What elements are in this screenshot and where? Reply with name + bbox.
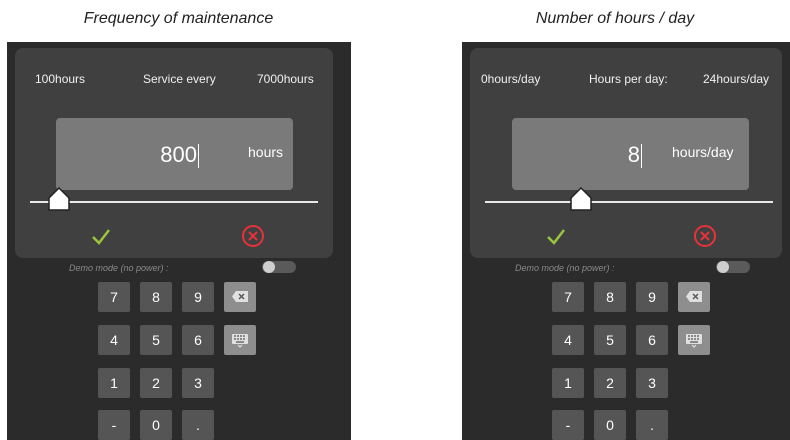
key-0[interactable]: 0 — [594, 410, 626, 440]
right-value-text: 8 — [627, 142, 642, 169]
left-demo-toggle[interactable] — [262, 261, 296, 273]
right-slider-thumb[interactable] — [570, 187, 592, 211]
left-settings-card: 100hours Service every 7000hours 800 hou… — [15, 48, 333, 258]
left-demo-label: Demo mode (no power) : — [69, 263, 169, 273]
left-range-min: 100hours — [35, 72, 86, 86]
key-0[interactable]: 0 — [140, 410, 172, 440]
key-2[interactable]: 2 — [594, 368, 626, 398]
key-9[interactable]: 9 — [636, 282, 668, 312]
right-cancel-x-icon[interactable] — [693, 224, 717, 248]
key-3[interactable]: 3 — [636, 368, 668, 398]
right-value-input[interactable]: 8 hours/day — [512, 118, 749, 190]
right-caption: Number of hours / day — [535, 10, 695, 27]
left-slider-thumb[interactable] — [48, 187, 71, 211]
key-minus[interactable]: - — [552, 410, 584, 440]
right-unit-label: hours/day — [672, 144, 734, 160]
backspace-icon — [686, 291, 702, 302]
left-range-max: 7000hours — [257, 72, 314, 86]
right-range-max: 24hours/day — [703, 72, 770, 86]
toggle-knob — [263, 261, 275, 273]
left-panel: 100hours Service every 7000hours 800 hou… — [7, 42, 351, 440]
key-8[interactable]: 8 — [594, 282, 626, 312]
left-demo-row: Demo mode (no power) : — [7, 263, 351, 277]
key-dot[interactable]: . — [182, 410, 214, 440]
right-panel: 0hours/day Hours per day: 24hours/day 8 … — [462, 42, 790, 440]
right-confirm-check-icon[interactable] — [546, 226, 566, 246]
text-caret — [198, 144, 199, 169]
key-keyboard[interactable] — [678, 325, 710, 355]
left-caption: Frequency of maintenance — [83, 10, 274, 27]
left-value-input[interactable]: 800 hours — [56, 118, 293, 190]
key-5[interactable]: 5 — [594, 325, 626, 355]
left-confirm-check-icon[interactable] — [91, 226, 111, 246]
text-caret — [641, 144, 642, 169]
key-7[interactable]: 7 — [98, 282, 130, 312]
key-5[interactable]: 5 — [140, 325, 172, 355]
key-dot[interactable]: . — [636, 410, 668, 440]
left-cancel-x-icon[interactable] — [241, 224, 265, 248]
left-range-label: Service every — [143, 72, 216, 86]
right-settings-card: 0hours/day Hours per day: 24hours/day 8 … — [470, 48, 782, 258]
key-keyboard[interactable] — [224, 325, 256, 355]
left-unit-label: hours — [248, 144, 284, 160]
right-range-row: 0hours/day Hours per day: 24hours/day — [470, 72, 782, 90]
toggle-knob — [717, 261, 729, 273]
right-slider-track[interactable] — [485, 201, 773, 203]
key-3[interactable]: 3 — [182, 368, 214, 398]
keyboard-icon — [232, 334, 248, 348]
key-6[interactable]: 6 — [636, 325, 668, 355]
right-demo-toggle[interactable] — [716, 261, 750, 273]
left-range-row: 100hours Service every 7000hours — [15, 72, 333, 90]
key-7[interactable]: 7 — [552, 282, 584, 312]
right-demo-label: Demo mode (no power) : — [515, 263, 615, 273]
key-9[interactable]: 9 — [182, 282, 214, 312]
backspace-icon — [232, 291, 248, 302]
key-2[interactable]: 2 — [140, 368, 172, 398]
left-slider-track[interactable] — [30, 201, 318, 203]
right-range-min: 0hours/day — [481, 72, 541, 86]
key-backspace[interactable] — [224, 282, 256, 312]
key-1[interactable]: 1 — [552, 368, 584, 398]
key-minus[interactable]: - — [98, 410, 130, 440]
key-4[interactable]: 4 — [98, 325, 130, 355]
right-range-label: Hours per day: — [589, 72, 668, 86]
key-4[interactable]: 4 — [552, 325, 584, 355]
key-1[interactable]: 1 — [98, 368, 130, 398]
key-8[interactable]: 8 — [140, 282, 172, 312]
keyboard-icon — [686, 334, 702, 348]
key-6[interactable]: 6 — [182, 325, 214, 355]
key-backspace[interactable] — [678, 282, 710, 312]
left-value-text: 800 — [160, 142, 199, 169]
